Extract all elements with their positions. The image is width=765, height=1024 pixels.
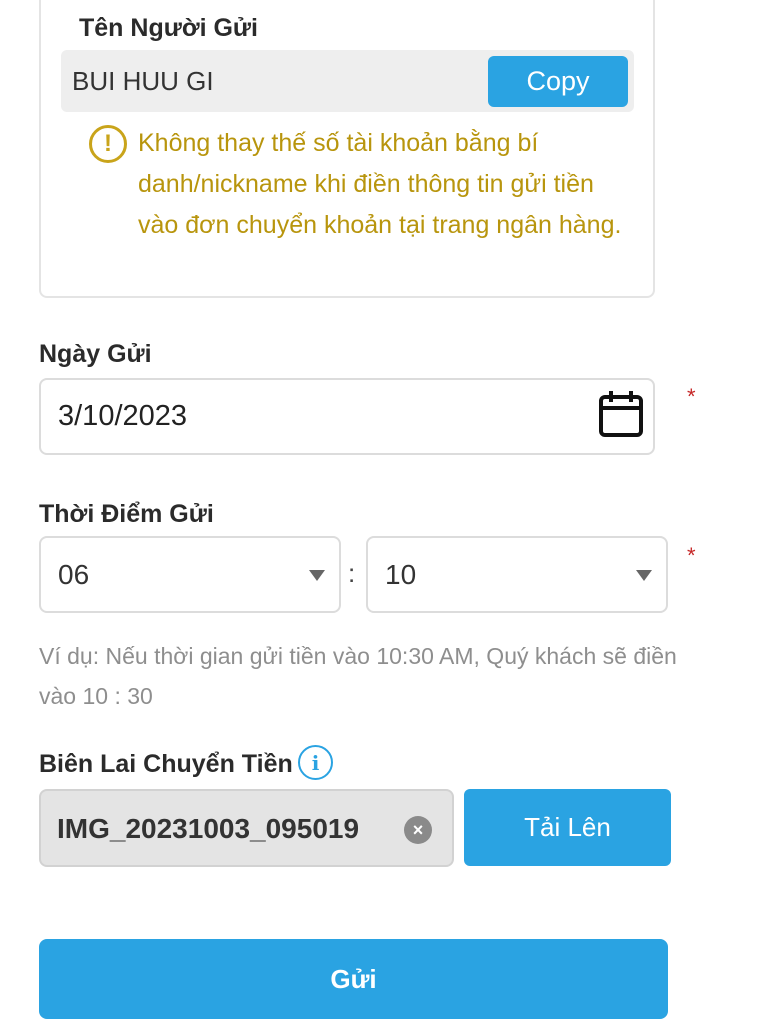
file-name-value: IMG_20231003_095019 (57, 813, 360, 844)
warning-icon: ! (89, 125, 127, 163)
copy-button[interactable]: Copy (488, 56, 628, 107)
sender-name-label: Tên Người Gửi (79, 14, 258, 42)
date-label: Ngày Gửi (39, 340, 152, 368)
upload-button[interactable]: Tải Lên (464, 789, 671, 866)
date-required-mark: * (687, 384, 696, 409)
time-hint: Ví dụ: Nếu thời gian gửi tiền vào 10:30 … (39, 643, 677, 709)
info-icon[interactable]: i (298, 745, 333, 780)
clear-icon[interactable]: × (404, 816, 432, 844)
receipt-label: Biên Lai Chuyển Tiền (39, 750, 293, 778)
submit-button[interactable]: Gửi (39, 939, 668, 1019)
minute-value: 10 (385, 559, 417, 590)
warning-message: Không thay thế số tài khoản bằng bí danh… (138, 129, 622, 239)
minute-select[interactable]: 10 (366, 536, 668, 613)
file-name-field: IMG_20231003_095019 × (39, 789, 454, 867)
time-separator: : (348, 558, 356, 588)
date-field[interactable]: 3/10/2023 (39, 378, 655, 455)
hour-value: 06 (58, 559, 90, 590)
chevron-down-icon (309, 570, 325, 581)
chevron-down-icon (636, 570, 652, 581)
time-required-mark: * (687, 543, 696, 568)
sender-name-value: BUI HUU GI (72, 66, 214, 96)
date-value: 3/10/2023 (58, 400, 188, 432)
time-label: Thời Điểm Gửi (39, 500, 214, 528)
calendar-icon[interactable] (597, 388, 645, 440)
hour-select[interactable]: 06 (39, 536, 341, 613)
